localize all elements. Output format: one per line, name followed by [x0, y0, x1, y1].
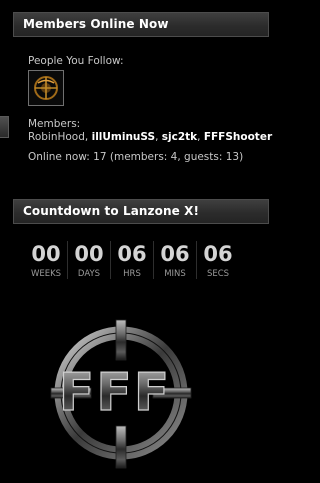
member-link[interactable]: illUminuSS [92, 131, 155, 143]
members-list: RobinHood, illUminuSS, sjc2tk, FFFShoote… [28, 131, 273, 143]
online-now-stats: Online now: 17 (members: 4, guests: 13) [28, 151, 244, 163]
countdown-header: Countdown to Lanzone X! [13, 199, 269, 224]
countdown-unit-label: MINS [164, 269, 186, 279]
countdown-seconds: 06 SECS [196, 241, 239, 279]
avatar-emblem-icon [34, 76, 58, 100]
members-label: Members: [28, 118, 81, 130]
countdown-value: 06 [117, 242, 147, 266]
member-link[interactable]: RobinHood [28, 131, 85, 143]
countdown-timer: 00 WEEKS 00 DAYS 06 HRS 06 MINS 06 SECS [25, 241, 239, 279]
countdown-unit-label: SECS [206, 269, 230, 279]
countdown-value: 06 [160, 242, 190, 266]
countdown-weeks: 00 WEEKS [25, 241, 67, 279]
member-link[interactable]: sjc2tk [162, 131, 197, 143]
side-collapse-tab[interactable] [0, 116, 9, 138]
logo-text: FFF [59, 363, 172, 423]
member-link[interactable]: FFFShooter [204, 131, 272, 143]
fff-crosshair-logo: FFF [50, 319, 192, 469]
countdown-value: 00 [74, 242, 104, 266]
countdown-unit-label: HRS [123, 269, 141, 279]
followed-user-avatar[interactable] [28, 70, 64, 106]
countdown-days: 00 DAYS [67, 241, 110, 279]
countdown-minutes: 06 MINS [153, 241, 196, 279]
countdown-hours: 06 HRS [110, 241, 153, 279]
countdown-unit-label: WEEKS [30, 269, 62, 279]
people-you-follow-label: People You Follow: [28, 55, 124, 67]
members-online-header: Members Online Now [13, 12, 269, 37]
countdown-value: 06 [203, 242, 233, 266]
countdown-unit-label: DAYS [77, 269, 101, 279]
countdown-value: 00 [31, 242, 61, 266]
